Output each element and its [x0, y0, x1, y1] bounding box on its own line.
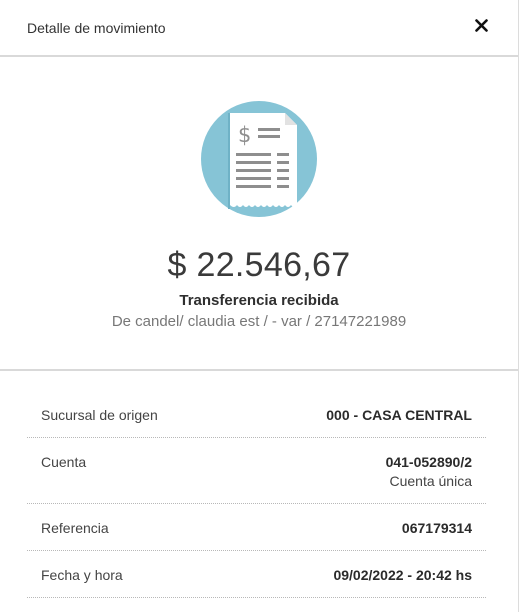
close-icon [474, 19, 488, 32]
detail-row-sucursal: Sucursal de origen 000 - CASA CENTRAL [27, 391, 486, 438]
movement-type: Transferencia recibida [179, 292, 339, 309]
detail-row-referencia: Referencia 067179314 [27, 504, 486, 551]
referencia-label: Referencia [41, 520, 109, 536]
cuenta-type: Cuenta única [389, 473, 472, 489]
svg-text:$: $ [238, 123, 251, 147]
receipt-icon: $ [201, 101, 317, 217]
modal-header: Detalle de movimiento [0, 0, 518, 57]
fecha-label: Fecha y hora [41, 567, 123, 583]
detail-row-cuenta: Cuenta 041-052890/2 Cuenta única [27, 438, 486, 504]
close-button[interactable] [472, 17, 490, 35]
movement-summary: $ $ 22.546,67 Transferencia recibida De … [0, 57, 518, 371]
modal-title: Detalle de movimiento [27, 19, 166, 36]
cuenta-value-group: 041-052890/2 Cuenta única [386, 454, 472, 489]
movement-details: Sucursal de origen 000 - CASA CENTRAL Cu… [0, 371, 518, 598]
fecha-value: 09/02/2022 - 20:42 hs [333, 567, 472, 583]
cuenta-value: 041-052890/2 [385, 454, 472, 470]
detail-row-fecha: Fecha y hora 09/02/2022 - 20:42 hs [27, 551, 486, 598]
cuenta-label: Cuenta [41, 454, 87, 470]
sucursal-label: Sucursal de origen [41, 407, 158, 423]
movement-description: De candel/ claudia est / - var / 2714722… [111, 313, 407, 330]
sucursal-value: 000 - CASA CENTRAL [326, 407, 472, 423]
referencia-value: 067179314 [401, 520, 472, 536]
movement-amount: $ 22.546,67 [167, 246, 351, 284]
movement-detail-modal: Detalle de movimiento $ $ 22.546,67 Tran… [0, 0, 519, 612]
